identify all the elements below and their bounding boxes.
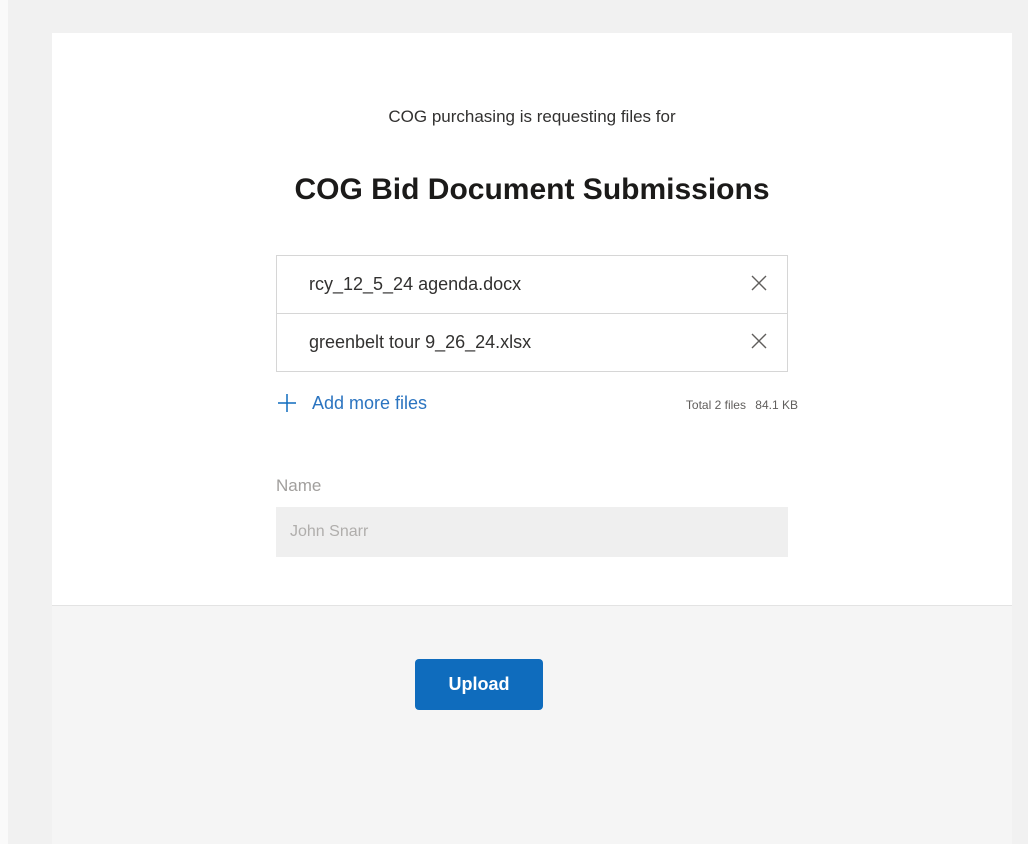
upload-button[interactable]: Upload xyxy=(415,659,543,710)
upload-card: COG purchasing is requesting files for C… xyxy=(52,33,1012,844)
total-files-count: Total 2 files xyxy=(685,398,746,412)
add-more-files-button[interactable]: Add more files xyxy=(276,392,427,414)
plus-icon xyxy=(278,394,296,412)
total-summary: Total 2 files 84.1 KB xyxy=(576,398,798,412)
file-name: rcy_12_5_24 agenda.docx xyxy=(309,274,522,294)
close-icon xyxy=(751,275,767,291)
left-edge xyxy=(0,0,8,844)
remove-file-button[interactable] xyxy=(747,271,771,295)
total-files-size: 84.1 KB xyxy=(755,398,798,412)
file-row: greenbelt tour 9_26_24.xlsx xyxy=(277,314,787,371)
action-footer xyxy=(52,605,1012,844)
request-section: COG purchasing is requesting files for C… xyxy=(52,33,1012,605)
page-title: COG Bid Document Submissions xyxy=(294,173,770,206)
add-more-files-label: Add more files xyxy=(312,392,428,413)
name-label: Name xyxy=(276,476,322,495)
file-name: greenbelt tour 9_26_24.xlsx xyxy=(309,332,532,352)
close-icon xyxy=(751,333,767,349)
name-input[interactable] xyxy=(276,507,788,557)
remove-file-button[interactable] xyxy=(747,329,771,353)
file-list: rcy_12_5_24 agenda.docx greenbelt tour 9… xyxy=(276,255,788,372)
requester-text: COG purchasing is requesting files for xyxy=(388,107,676,126)
file-row: rcy_12_5_24 agenda.docx xyxy=(277,256,787,314)
